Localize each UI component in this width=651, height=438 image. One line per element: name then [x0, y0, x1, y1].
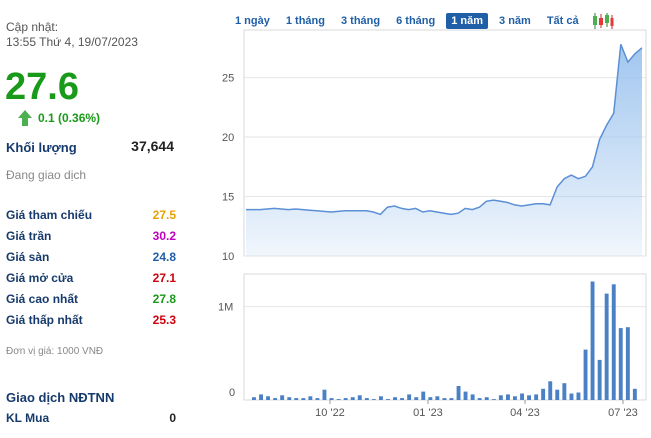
volume-bar: [379, 396, 383, 400]
volume-bar: [266, 396, 270, 400]
volume-bar: [350, 397, 355, 400]
volume-bar: [371, 399, 376, 400]
x-tick-label: 04 '23: [510, 407, 540, 419]
x-tick-label: 01 '23: [413, 407, 443, 419]
volume-bar: [498, 395, 503, 400]
volume-bar: [357, 395, 362, 400]
volume-bar: [400, 398, 404, 400]
volume-bar: [308, 396, 313, 400]
volume-bar: [491, 399, 496, 400]
price-area: [246, 44, 642, 256]
volume-bar: [456, 386, 461, 400]
volume-bar: [252, 397, 256, 400]
volume-bar: [583, 349, 588, 400]
volume-bar: [590, 281, 595, 400]
volume-bar: [463, 391, 468, 400]
volume-bar: [520, 393, 524, 400]
volume-bar: [534, 394, 539, 400]
volume-bar: [273, 398, 278, 400]
volume-bar: [414, 397, 419, 400]
volume-bar: [548, 381, 553, 400]
volume-bar: [541, 388, 546, 400]
x-tick-label: 07 '23: [608, 407, 638, 419]
volume-bar: [625, 327, 630, 400]
volume-bar: [611, 284, 616, 400]
price-tick-label: 15: [222, 192, 234, 204]
volume-bar: [343, 398, 348, 400]
volume-bar: [364, 398, 369, 400]
volume-bar: [421, 391, 426, 400]
volume-bar: [470, 394, 475, 400]
volume-bar: [555, 389, 560, 400]
volume-bar: [604, 293, 609, 400]
volume-bar: [259, 394, 263, 400]
volume-bar: [407, 394, 412, 400]
volume-bar: [484, 397, 489, 400]
volume-bar: [329, 398, 334, 400]
volume-bar: [477, 398, 482, 400]
volume-bar: [336, 399, 341, 400]
volume-bar: [322, 389, 327, 400]
volume-bar: [527, 395, 531, 400]
volume-bar: [435, 396, 440, 400]
volume-bar: [315, 398, 320, 400]
volume-bar: [632, 388, 637, 400]
x-tick-label: 10 '22: [315, 407, 345, 419]
volume-bar: [576, 392, 581, 400]
volume-bar: [513, 396, 517, 400]
volume-bar: [428, 397, 433, 400]
volume-bar: [449, 398, 454, 400]
price-tick-label: 20: [222, 132, 234, 144]
volume-bar: [393, 397, 397, 400]
volume-bar: [294, 398, 299, 400]
volume-bar: [618, 328, 623, 400]
volume-bar: [506, 394, 510, 400]
volume-bar: [287, 397, 292, 400]
volume-bar: [597, 359, 602, 400]
volume-bar: [442, 398, 447, 400]
price-tick-label: 10: [222, 251, 234, 263]
volume-bar: [386, 399, 390, 400]
price-tick-label: 25: [222, 73, 234, 85]
volume-tick-label: 0: [229, 387, 235, 399]
volume-tick-label: 1M: [218, 302, 233, 314]
volume-bar: [562, 383, 567, 400]
volume-bar: [569, 393, 574, 400]
stock-chart: 10 15 20 25 0 1M 10 '22 01 '23 04 '23 07 '23: [218, 29, 647, 419]
volume-bar: [301, 398, 306, 400]
volume-bar: [280, 395, 285, 400]
